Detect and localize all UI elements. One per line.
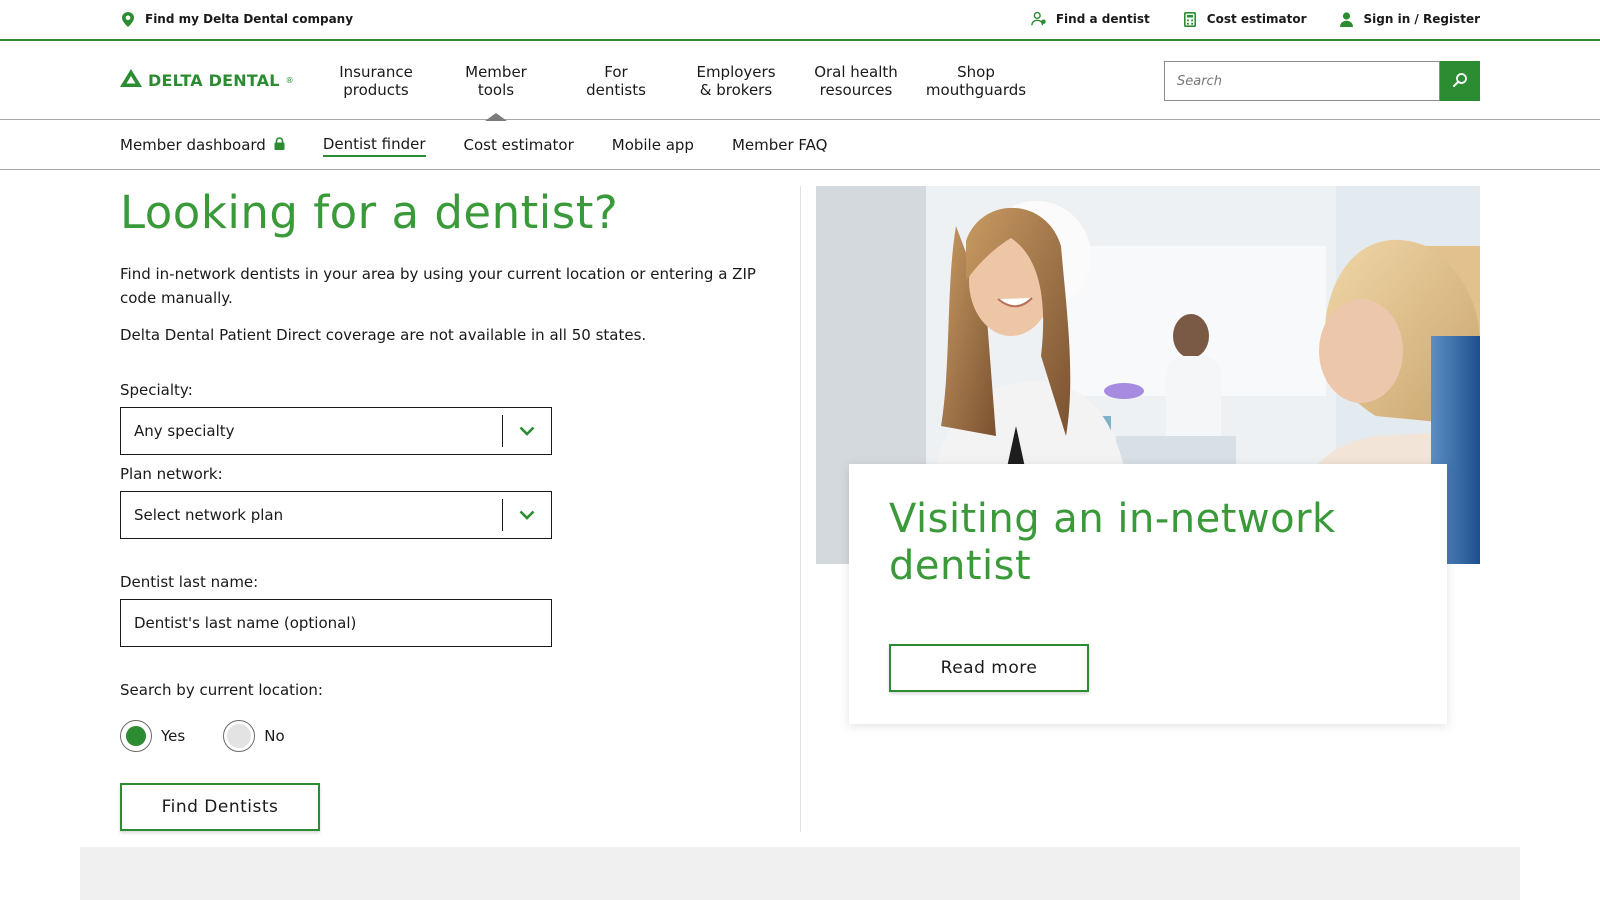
chevron-down-icon xyxy=(503,408,551,454)
nav-shop-mouthguards[interactable]: Shop mouthguards xyxy=(916,41,1036,120)
plan-network-label: Plan network: xyxy=(120,465,223,483)
user-icon xyxy=(1339,11,1355,27)
search-button[interactable] xyxy=(1440,61,1480,101)
cost-estimator-label: Cost estimator xyxy=(1206,12,1307,26)
nav-insurance-products[interactable]: Insurance products xyxy=(316,41,436,120)
subnav-member-faq-label: Member FAQ xyxy=(731,136,828,154)
column-divider xyxy=(800,186,801,832)
cost-estimator-link[interactable]: Cost estimator xyxy=(1182,11,1307,27)
nav-oral-health-resources[interactable]: Oral health resources xyxy=(796,41,916,120)
subnav-mobile-app[interactable]: Mobile app xyxy=(612,135,694,157)
subnav-cost-estimator-label: Cost estimator xyxy=(463,136,574,154)
main-navigation: DELTA DENTAL ® Insurance products Member … xyxy=(0,41,1600,120)
find-dentist-link[interactable]: Find a dentist xyxy=(1031,11,1150,27)
intro-text: Find in-network dentists in your area by… xyxy=(120,265,756,307)
location-yes-radio[interactable]: Yes xyxy=(120,720,185,752)
search-icon xyxy=(1452,72,1468,91)
sub-navigation: Member dashboard Dentist finder Cost est… xyxy=(0,120,1600,170)
site-footer xyxy=(80,847,1520,900)
location-radio-group: Yes No xyxy=(120,720,323,752)
specialty-label: Specialty: xyxy=(120,381,193,399)
nav-for-dentists[interactable]: For dentists xyxy=(556,41,676,120)
nav-member-tools[interactable]: Member tools xyxy=(436,41,556,120)
find-dentist-label: Find a dentist xyxy=(1055,12,1150,26)
subnav-cost-estimator[interactable]: Cost estimator xyxy=(464,135,574,157)
specialty-value: Any specialty xyxy=(134,422,235,440)
radio-circle-unselected xyxy=(223,720,256,752)
subnav-mobile-app-label: Mobile app xyxy=(611,136,694,154)
delta-dental-logo[interactable]: DELTA DENTAL ® xyxy=(120,69,294,91)
card-title: Visiting an in-network dentist xyxy=(889,496,1336,589)
search-input[interactable] xyxy=(1164,61,1440,101)
lock-icon xyxy=(274,136,285,154)
sign-in-link[interactable]: Sign in / Register xyxy=(1339,11,1480,27)
utility-bar: Find my Delta Dental company Find a dent… xyxy=(0,0,1600,41)
radio-no-label: No xyxy=(264,727,285,745)
radio-circle-selected xyxy=(120,720,152,752)
delta-triangle-icon xyxy=(120,69,142,91)
subnav-dentist-finder[interactable]: Dentist finder xyxy=(322,135,426,157)
coverage-note: Delta Dental Patient Direct coverage are… xyxy=(120,326,647,344)
plan-network-value: Select network plan xyxy=(134,506,284,524)
location-pin-icon xyxy=(120,11,136,27)
dentist-last-name-label: Dentist last name: xyxy=(120,573,259,591)
dentist-last-name-input[interactable] xyxy=(120,599,552,647)
find-dentists-button[interactable]: Find Dentists xyxy=(120,783,320,831)
info-card: Visiting an in-network dentist Read more xyxy=(849,464,1447,724)
nav-employers-brokers[interactable]: Employers & brokers xyxy=(676,41,796,120)
dentist-icon xyxy=(1031,11,1047,27)
page-title: Looking for a dentist? xyxy=(120,186,619,239)
subnav-member-dashboard[interactable]: Member dashboard xyxy=(120,135,285,157)
calculator-icon xyxy=(1182,11,1198,27)
find-company-label: Find my Delta Dental company xyxy=(145,12,354,26)
plan-network-select[interactable]: Select network plan xyxy=(120,491,552,539)
subnav-dentist-finder-label: Dentist finder xyxy=(322,135,426,153)
specialty-select[interactable]: Any specialty xyxy=(120,407,552,455)
location-no-radio[interactable]: No xyxy=(223,720,285,752)
read-more-button[interactable]: Read more xyxy=(889,644,1089,692)
location-search-label: Search by current location: xyxy=(120,681,323,699)
logo-registered-mark: ® xyxy=(285,75,294,85)
find-company-link[interactable]: Find my Delta Dental company xyxy=(120,11,353,27)
subnav-member-faq[interactable]: Member FAQ xyxy=(732,135,828,157)
sign-in-label: Sign in / Register xyxy=(1363,12,1480,26)
subnav-member-dashboard-label: Member dashboard xyxy=(120,136,266,154)
logo-text: DELTA DENTAL xyxy=(148,70,280,90)
chevron-down-icon xyxy=(503,492,551,538)
radio-yes-label: Yes xyxy=(161,727,186,745)
